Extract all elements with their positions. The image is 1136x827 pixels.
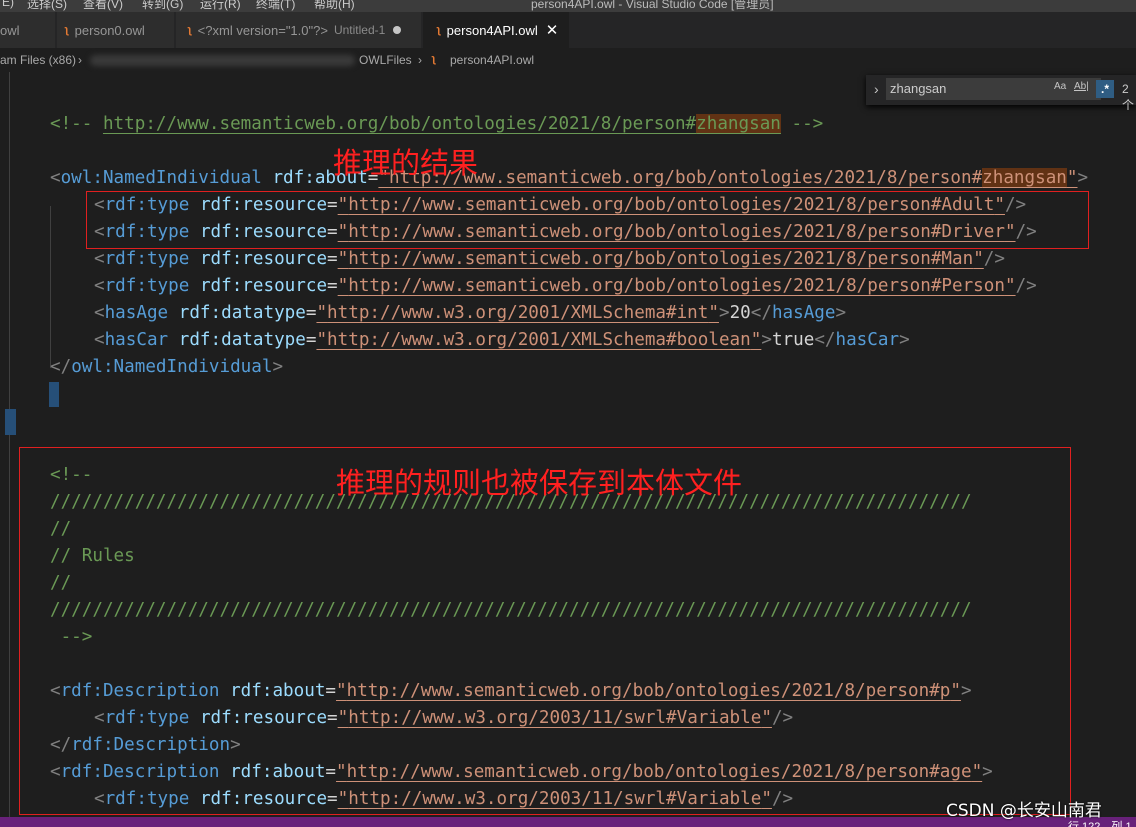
match-case-toggle[interactable]: Aa <box>1054 81 1066 92</box>
menu-bar: E) 选择(S) 查看(V) 转到(G) 运行(R) 终端(T) 帮助(H) p… <box>0 0 1136 12</box>
rss-file-icon: ʅ <box>437 24 441 36</box>
tab-untitled-1[interactable]: ʅ <?xml version="1.0"?> Untitled-1 <box>176 12 422 48</box>
cursor-block <box>49 382 59 407</box>
close-icon[interactable]: ✕ <box>546 21 559 39</box>
rss-file-icon: ʅ <box>432 53 436 65</box>
tab-person4api[interactable]: ʅ person4API.owl ✕ <box>423 12 570 48</box>
chevron-right-icon: › <box>418 53 422 67</box>
code-line: <rdf:type rdf:resource="http://www.seman… <box>94 276 1037 296</box>
annotation-rules: 推理的规则也被保存到本体文件 <box>336 466 743 500</box>
blurred-path <box>90 55 355 66</box>
menu-run[interactable]: 运行(R) <box>200 0 241 12</box>
breadcrumb-item[interactable]: person4API.owl <box>450 53 534 67</box>
menu-help[interactable]: 帮助(H) <box>314 0 355 12</box>
code-line: <hasAge rdf:datatype="http://www.w3.org/… <box>94 303 847 323</box>
indent-guide <box>50 206 51 368</box>
unsaved-dot-icon[interactable] <box>393 26 402 34</box>
code-line: <hasCar rdf:datatype="http://www.w3.org/… <box>94 330 910 350</box>
search-match: zhangsan <box>982 168 1067 188</box>
cursor-block <box>5 409 16 435</box>
breadcrumb: am Files (x86) › OWLFiles › ʅ person4API… <box>0 48 1136 72</box>
window-title: person4API.owl - Visual Studio Code [管理员… <box>531 0 774 11</box>
code-line: <rdf:type rdf:resource="http://www.seman… <box>94 249 1005 269</box>
code-line: </owl:NamedIndividual> <box>50 357 284 377</box>
indent-guide <box>9 72 10 817</box>
tab-bar: owl ʅ person0.owl ʅ <?xml version="1.0"?… <box>0 12 1136 48</box>
regex-toggle[interactable]: .* <box>1096 80 1114 98</box>
tab-person0[interactable]: ʅ person0.owl <box>57 12 175 48</box>
menu-go[interactable]: 转到(G) <box>142 0 183 12</box>
menu-view[interactable]: 查看(V) <box>83 0 123 12</box>
tab-label: person0.owl <box>74 22 145 38</box>
rss-file-icon: ʅ <box>65 24 69 36</box>
find-widget: › zhangsan Aa Ab| .* 2 个 <box>866 75 1136 112</box>
code-line: <owl:NamedIndividual rdf:about="http://w… <box>50 168 1089 188</box>
chevron-right-icon[interactable]: › <box>874 81 879 97</box>
rss-file-icon: ʅ <box>188 24 192 36</box>
chevron-right-icon: › <box>78 53 82 67</box>
search-input[interactable]: zhangsan <box>886 78 1101 100</box>
tab-label: person4API.owl <box>446 22 538 38</box>
breadcrumb-item[interactable]: am Files (x86) <box>0 53 76 67</box>
code-line: <!-- http://www.semanticweb.org/bob/onto… <box>50 114 824 134</box>
watermark: CSDN @长安山南君 <box>946 801 1102 821</box>
tab-owl[interactable]: owl <box>0 12 56 48</box>
highlight-box-result <box>86 191 1089 249</box>
match-count: 2 个 <box>1122 82 1135 112</box>
breadcrumb-item[interactable]: OWLFiles <box>359 53 412 67</box>
menu-edit[interactable]: E) <box>2 0 14 9</box>
search-match: zhangsan <box>696 114 781 134</box>
tab-label: <?xml version="1.0"?> <box>197 22 328 38</box>
tab-label: owl <box>0 22 20 38</box>
menu-selection[interactable]: 选择(S) <box>27 0 67 12</box>
annotation-result: 推理的结果 <box>333 146 479 180</box>
highlight-box-rules <box>19 447 1071 815</box>
code-editor[interactable]: <!-- http://www.semanticweb.org/bob/onto… <box>0 72 1136 817</box>
tab-description: Untitled-1 <box>333 23 386 37</box>
whole-word-toggle[interactable]: Ab| <box>1074 81 1089 92</box>
menu-terminal[interactable]: 终端(T) <box>256 0 295 12</box>
